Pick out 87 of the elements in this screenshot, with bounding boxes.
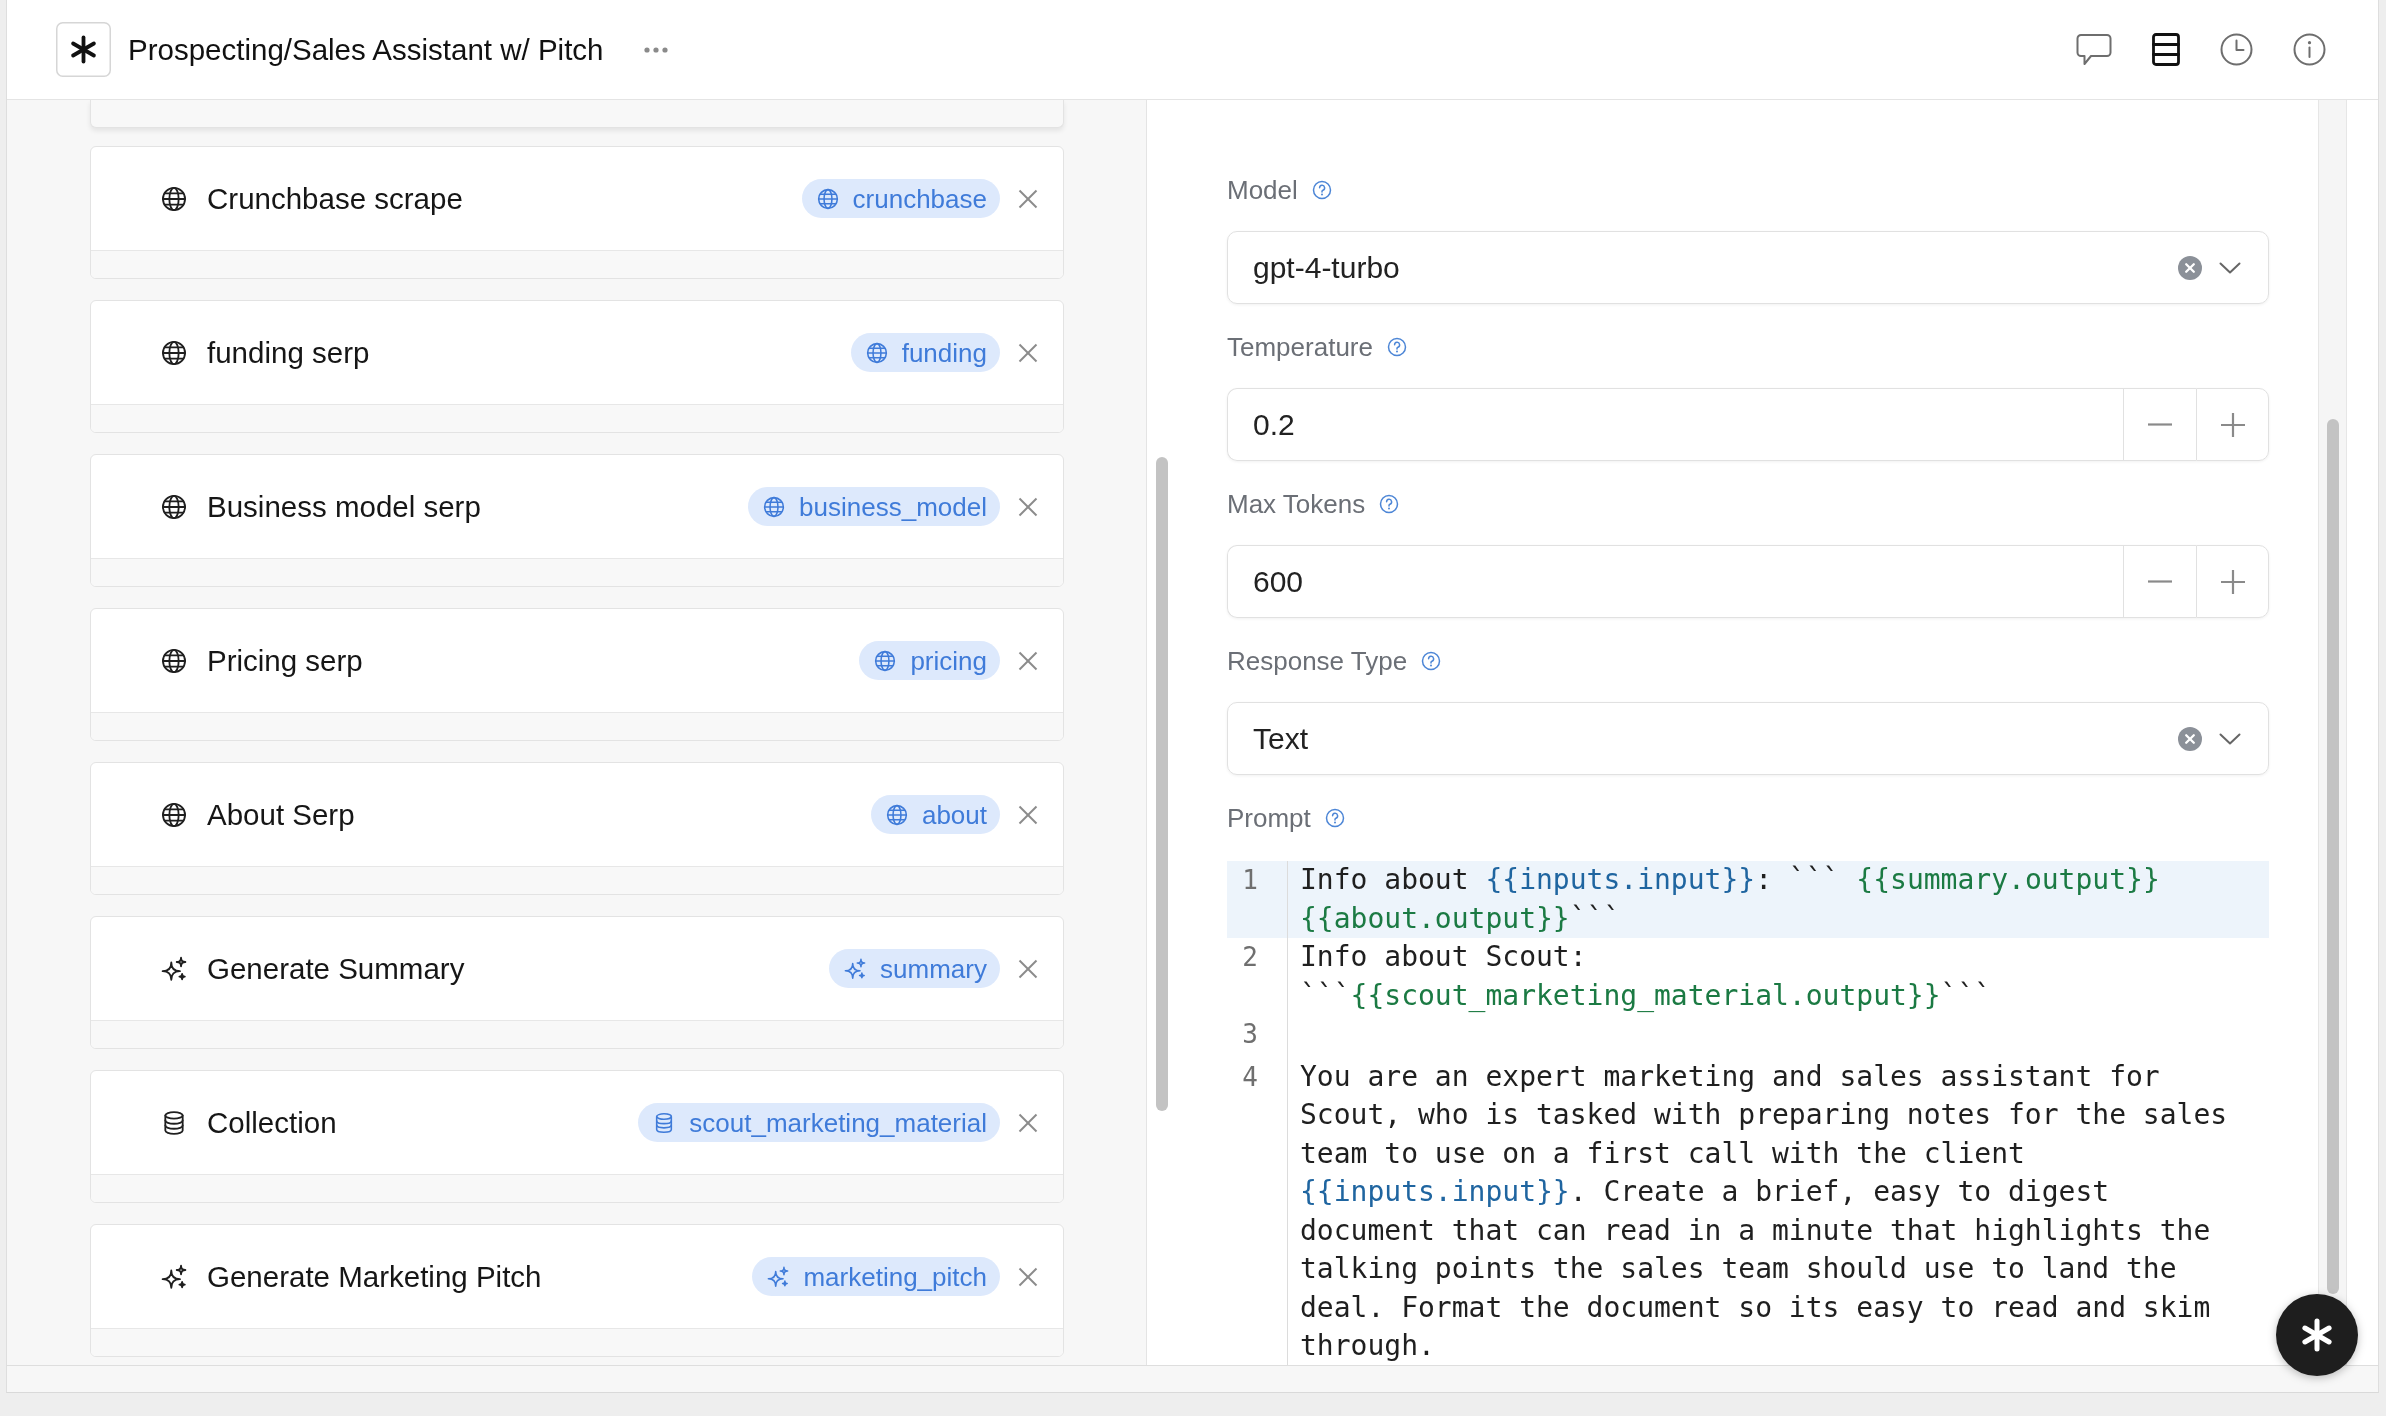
node-label: Crunchbase scrape <box>207 180 463 217</box>
close-icon[interactable] <box>1018 650 1038 671</box>
node-card[interactable]: funding serp funding <box>90 300 1064 433</box>
select-field[interactable]: Text <box>1227 702 2269 775</box>
tag-label: marketing_pitch <box>803 1260 987 1293</box>
close-icon[interactable] <box>1018 496 1038 517</box>
close-icon[interactable] <box>1018 342 1038 363</box>
node-card[interactable]: Generate Marketing Pitch marketing_pitch <box>90 1224 1064 1357</box>
chevron-down-icon[interactable] <box>2219 261 2241 274</box>
node-card[interactable]: Pricing serp pricing <box>90 608 1064 741</box>
globe-icon <box>865 341 888 364</box>
info-icon[interactable] <box>2293 33 2326 66</box>
sparkle-icon <box>767 1265 790 1288</box>
help-icon[interactable] <box>1379 494 1400 514</box>
globe-icon <box>161 185 187 212</box>
node-card[interactable]: Business model serp business_model <box>90 454 1064 587</box>
sparkle-icon <box>161 955 187 982</box>
field-label: Max Tokens <box>1227 489 1366 519</box>
prompt-line: You are an expert marketing and sales assistant for Scout, who is tasked with preparing notes for the sales team to use on a first call with the client {{inputs.input}}. Create a brief, easy to digest document that can read in a minute that highlights the talking points the sales team should use to land the deal. Format the document so its easy to read and skim through. <box>1299 1058 2229 1364</box>
node-label: Business model serp <box>207 488 481 525</box>
number-input[interactable]: 0.2 <box>1227 388 2123 461</box>
tag-label: scout_marketing_material <box>689 1106 987 1139</box>
close-icon[interactable] <box>1018 958 1038 979</box>
globe-icon <box>885 803 908 826</box>
sparkle-icon <box>161 1263 187 1290</box>
node-label: Generate Summary <box>207 950 465 987</box>
clear-icon[interactable] <box>2178 726 2202 751</box>
sparkle-icon <box>844 957 867 980</box>
close-icon[interactable] <box>1018 1112 1038 1133</box>
prompt-line: Info about {{inputs.input}}: ``` {{summary.output}} {{about.output}}``` <box>1299 862 2161 937</box>
help-icon[interactable] <box>1324 808 1345 828</box>
tag-label: pricing <box>910 644 987 677</box>
more-icon[interactable] <box>643 46 668 53</box>
node-card[interactable] <box>90 100 1064 128</box>
globe-icon <box>161 647 187 674</box>
tag-label: crunchbase <box>852 182 987 215</box>
line-number: 2 <box>1242 942 1258 972</box>
help-icon[interactable] <box>1386 337 1407 357</box>
field-label: Prompt <box>1227 803 1311 833</box>
line-number: 3 <box>1242 1019 1258 1049</box>
help-icon[interactable] <box>1311 180 1332 200</box>
close-icon[interactable] <box>1018 188 1038 209</box>
number-input[interactable]: 600 <box>1227 545 2123 618</box>
select-field[interactable]: gpt-4-turbo <box>1227 231 2269 304</box>
node-label: funding serp <box>207 334 370 371</box>
node-card[interactable]: About Serp about <box>90 762 1064 895</box>
node-label: Collection <box>207 1104 337 1141</box>
plus-icon <box>2220 412 2245 437</box>
clear-icon[interactable] <box>2178 255 2202 280</box>
minus-icon <box>2148 423 2172 426</box>
globe-icon <box>161 801 187 828</box>
tag-label: funding <box>901 336 987 369</box>
plus-icon <box>2220 569 2245 594</box>
database-icon <box>161 1109 187 1136</box>
node-label: Generate Marketing Pitch <box>207 1258 542 1295</box>
prompt-line: Info about Scout: ```{{scout_marketing_material.output}}``` <box>1299 939 1993 1014</box>
workflow-title: Prospecting/Sales Assistant w/ Pitch <box>128 31 604 68</box>
clock-icon[interactable] <box>2220 33 2253 66</box>
globe-icon <box>161 339 187 366</box>
logo-icon <box>56 22 111 77</box>
globe-icon <box>874 649 897 672</box>
node-card[interactable]: Collection scout_marketing_material <box>90 1070 1064 1203</box>
node-label: Pricing serp <box>207 642 363 679</box>
node-card[interactable]: Crunchbase scrape crunchbase <box>90 146 1064 279</box>
asterisk-icon[interactable] <box>2276 1294 2358 1376</box>
field-label: Response Type <box>1227 646 1408 676</box>
field-label: Temperature <box>1227 332 1373 362</box>
close-icon[interactable] <box>1018 804 1038 825</box>
line-number: 1 <box>1242 865 1258 895</box>
close-icon[interactable] <box>1018 1266 1038 1287</box>
tag-label: about <box>921 798 987 831</box>
node-card[interactable]: Generate Summary summary <box>90 916 1064 1049</box>
chevron-down-icon[interactable] <box>2219 732 2241 745</box>
help-icon[interactable] <box>1421 651 1442 671</box>
globe-icon <box>763 495 786 518</box>
globe-icon <box>161 493 187 520</box>
rows-icon[interactable] <box>2152 33 2180 66</box>
chat-bubble-icon[interactable] <box>2076 33 2112 66</box>
tag-label: business_model <box>799 490 987 523</box>
minus-icon <box>2148 580 2172 583</box>
tag-label: summary <box>880 952 987 985</box>
scrollbar-thumb[interactable] <box>2326 419 2339 1294</box>
globe-icon <box>816 187 839 210</box>
scrollbar-thumb[interactable] <box>1156 457 1168 1111</box>
field-label: Model <box>1227 175 1298 205</box>
node-label: About Serp <box>207 796 355 833</box>
line-number: 4 <box>1242 1061 1258 1092</box>
